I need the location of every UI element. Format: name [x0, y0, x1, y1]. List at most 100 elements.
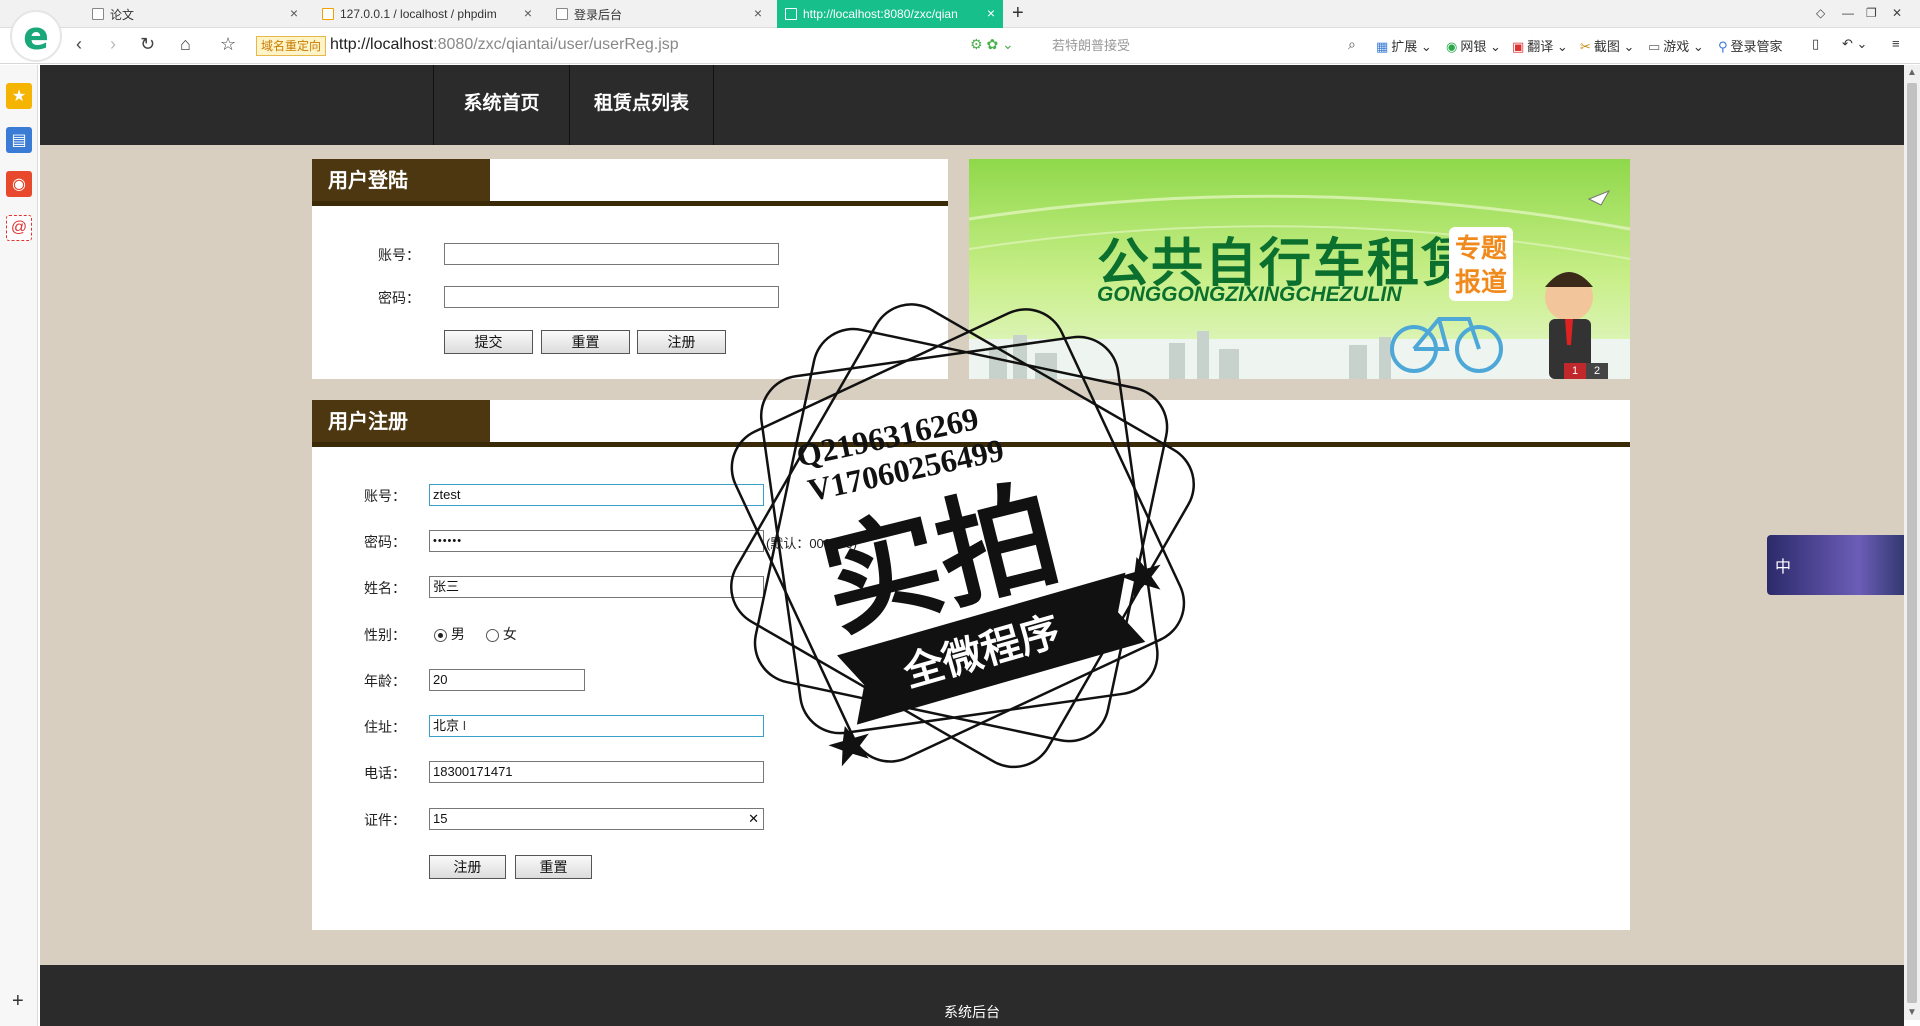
site-nav: 系统首页 租赁点列表: [40, 65, 1904, 145]
login-register-button[interactable]: 注册: [637, 330, 726, 354]
tab-label: 论文: [110, 7, 135, 22]
reg-address-value: 北京: [433, 718, 460, 733]
nav-rental-label: 租赁点列表: [593, 93, 689, 114]
close-icon[interactable]: ×: [524, 5, 532, 21]
radio-female[interactable]: [486, 628, 499, 642]
login-manager-label: 登录管家: [1730, 39, 1783, 54]
reg-reset-button[interactable]: 重置: [515, 855, 592, 879]
reg-phone-input[interactable]: 18300171471: [429, 761, 764, 783]
page-icon: [785, 8, 797, 20]
browser-tab[interactable]: 论文 ×: [84, 0, 306, 28]
minimize-icon[interactable]: —: [1842, 6, 1854, 20]
female-label: 女: [502, 626, 517, 642]
reg-age-input[interactable]: 20: [429, 669, 585, 691]
reg-id-label: 证件：: [364, 812, 406, 828]
male-label: 男: [450, 626, 465, 642]
login-panel: 用户登陆 账号： 密码： 提交 重置 注册: [312, 159, 948, 379]
games-menu[interactable]: ▭ 游戏 ⌄: [1648, 36, 1704, 55]
promo-banner[interactable]: 公共自行车租赁 GONGGONGZIXINGCHEZULIN 专题报道 1 2: [969, 159, 1630, 379]
page-content: 系统首页 租赁点列表 用户登陆 账号： 密码： 提交 重置 注册 公共自行车租赁…: [40, 65, 1904, 1026]
banner-page-1[interactable]: 1: [1564, 363, 1586, 379]
close-window-icon[interactable]: ✕: [1892, 6, 1902, 20]
close-icon[interactable]: ×: [754, 5, 762, 21]
login-account-input[interactable]: [444, 243, 779, 265]
radio-male[interactable]: [434, 628, 447, 642]
banner-tag: 专题报道: [1449, 227, 1513, 301]
browser-tab[interactable]: 登录后台 ×: [548, 0, 770, 28]
reg-address-input[interactable]: 北京 I: [429, 715, 764, 737]
add-panel-plus-icon[interactable]: +: [12, 990, 24, 1013]
favorites-star-icon[interactable]: ★: [6, 83, 32, 109]
banner-pager: 1 2: [1564, 363, 1608, 379]
address-bar: ‹ › ↻ ⌂ ☆ 域名重定向 http://localhost:8080/zx…: [0, 28, 1920, 64]
weibo-icon[interactable]: ◉: [6, 171, 32, 197]
reading-list-icon[interactable]: ▤: [6, 127, 32, 153]
undo-icon[interactable]: ↶ ⌄: [1842, 36, 1867, 52]
login-password-input[interactable]: [444, 286, 779, 308]
forward-icon[interactable]: ›: [110, 34, 116, 55]
scroll-down-icon[interactable]: ▼: [1907, 1007, 1917, 1018]
login-panel-header: 用户登陆: [312, 159, 948, 206]
browser-tab[interactable]: 127.0.0.1 / localhost / phpdim ×: [314, 0, 540, 28]
reload-icon[interactable]: ↻: [140, 34, 155, 55]
pma-icon: [322, 8, 334, 20]
page-icon: [556, 8, 568, 20]
url-field[interactable]: http://localhost:8080/zxc/qiantai/user/u…: [330, 36, 679, 54]
close-icon[interactable]: ×: [987, 5, 995, 21]
reg-gender-female[interactable]: 女: [486, 624, 517, 644]
reg-password-label: 密码：: [364, 534, 406, 550]
reg-submit-button[interactable]: 注册: [429, 855, 506, 879]
nav-home[interactable]: 系统首页: [433, 65, 570, 145]
netbank-icon: ◉: [1446, 39, 1458, 54]
search-input[interactable]: 若特朗普接受: [1040, 34, 1370, 58]
nav-rental-points[interactable]: 租赁点列表: [570, 65, 714, 145]
extensions-label: 扩展: [1391, 39, 1418, 54]
translate-label: 翻译: [1527, 39, 1554, 54]
close-icon[interactable]: ×: [290, 5, 298, 21]
scissors-icon: ✂: [1580, 39, 1591, 54]
vertical-scrollbar[interactable]: ▲ ▼: [1904, 65, 1920, 1020]
home-icon[interactable]: ⌂: [180, 34, 191, 55]
new-tab-plus-icon[interactable]: +: [1012, 2, 1024, 25]
browser-tab-active[interactable]: http://localhost:8080/zxc/qian ×: [777, 0, 1003, 28]
netbank-menu[interactable]: ◉ 网银 ⌄: [1446, 36, 1501, 55]
translate-menu[interactable]: ▣ 翻译 ⌄: [1512, 36, 1568, 55]
tab-label: http://localhost:8080/zxc/qian: [803, 7, 958, 21]
reg-name-label: 姓名：: [364, 580, 406, 596]
banner-subtitle: GONGGONGZIXINGCHEZULIN: [1097, 283, 1402, 306]
search-icon[interactable]: ⌕: [1348, 36, 1356, 53]
scroll-up-icon[interactable]: ▲: [1907, 67, 1917, 78]
reg-gender-label: 性别：: [364, 627, 406, 643]
browser-tab-bar: 论文 × 127.0.0.1 / localhost / phpdim × 登录…: [0, 0, 1920, 28]
reg-id-input[interactable]: 15 ✕: [429, 808, 764, 830]
footer-admin-link[interactable]: 系统后台: [40, 1002, 1904, 1022]
menu-icon[interactable]: ≡: [1892, 36, 1900, 51]
security-icons[interactable]: ⚙ ✿ ⌄: [970, 36, 1014, 53]
reg-account-input[interactable]: ztest: [429, 484, 764, 506]
page-icon: [92, 8, 104, 20]
reg-gender-male[interactable]: 男: [434, 624, 465, 644]
skin-icon[interactable]: ◇: [1816, 6, 1825, 20]
star-icon[interactable]: ☆: [220, 34, 236, 55]
key-icon: ⚲: [1718, 39, 1728, 54]
banner-page-2[interactable]: 2: [1586, 363, 1608, 379]
reg-name-input[interactable]: 张三: [429, 576, 764, 598]
gamepad-icon: ▭: [1648, 39, 1661, 54]
scrollbar-thumb[interactable]: [1907, 83, 1917, 1003]
screenshot-menu[interactable]: ✂ 截图 ⌄: [1580, 36, 1634, 55]
bookmark-icon[interactable]: ▯: [1812, 36, 1819, 52]
floating-ime-widget[interactable]: 中: [1767, 535, 1920, 595]
mail-icon[interactable]: @: [6, 215, 32, 241]
extensions-menu[interactable]: ▦ 扩展 ⌄: [1376, 36, 1432, 55]
login-reset-button[interactable]: 重置: [541, 330, 630, 354]
login-submit-button[interactable]: 提交: [444, 330, 533, 354]
browser-logo[interactable]: e: [10, 10, 62, 62]
login-manager[interactable]: ⚲ 登录管家: [1718, 36, 1783, 55]
clear-icon[interactable]: ✕: [748, 809, 759, 829]
login-password-label: 密码：: [378, 290, 420, 306]
back-icon[interactable]: ‹: [76, 34, 82, 55]
login-title: 用户登陆: [312, 159, 490, 203]
restore-icon[interactable]: ❐: [1866, 6, 1877, 20]
reg-id-value: 15: [433, 811, 448, 826]
reg-password-input[interactable]: ••••••: [429, 530, 764, 552]
